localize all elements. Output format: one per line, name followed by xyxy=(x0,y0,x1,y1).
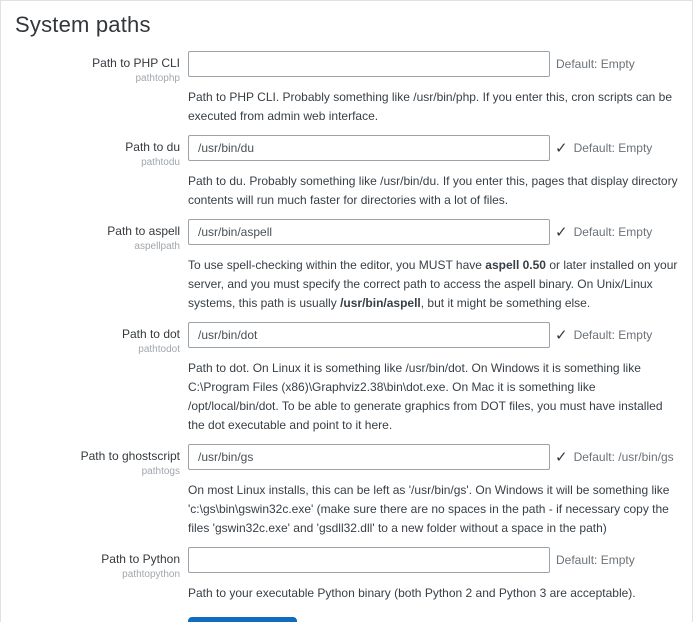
settings-form: Path to PHP CLI pathtophp Default: Empty… xyxy=(15,51,678,622)
default-value: Default: Empty xyxy=(574,141,653,155)
default-value: Default: Empty xyxy=(556,553,635,567)
valid-check-icon: ✓ xyxy=(555,450,568,465)
valid-check-icon: ✓ xyxy=(555,141,568,156)
setting-description: Path to du. Probably something like /usr… xyxy=(188,172,678,210)
valid-check-icon: ✓ xyxy=(555,328,568,343)
aspellpath-input[interactable] xyxy=(188,219,550,245)
setting-row-pathtogs: Path to ghostscript pathtogs ✓ Default: … xyxy=(15,444,678,538)
setting-description: Path to PHP CLI. Probably something like… xyxy=(188,88,678,126)
setting-label: Path to dot xyxy=(15,327,180,342)
setting-description: Path to your executable Python binary (b… xyxy=(188,584,678,603)
setting-label: Path to du xyxy=(15,140,180,155)
pathtodot-input[interactable] xyxy=(188,322,550,348)
valid-check-icon: ✓ xyxy=(555,225,568,240)
setting-code: pathtodot xyxy=(15,344,180,355)
setting-code: pathtogs xyxy=(15,466,180,477)
setting-code: pathtopython xyxy=(15,569,180,580)
setting-code: aspellpath xyxy=(15,241,180,252)
system-paths-settings-page: System paths Path to PHP CLI pathtophp D… xyxy=(0,0,693,622)
setting-label: Path to ghostscript xyxy=(15,449,180,464)
setting-description: To use spell-checking within the editor,… xyxy=(188,256,678,313)
setting-row-pathtophp: Path to PHP CLI pathtophp Default: Empty… xyxy=(15,51,678,126)
setting-code: pathtophp xyxy=(15,73,180,84)
setting-description: On most Linux installs, this can be left… xyxy=(188,481,678,538)
setting-description: Path to dot. On Linux it is something li… xyxy=(188,359,678,435)
pathtophp-input[interactable] xyxy=(188,51,550,77)
page-title: System paths xyxy=(15,12,678,38)
form-actions: Save changes xyxy=(188,617,678,622)
default-value: Default: Empty xyxy=(556,57,635,71)
pathtodu-input[interactable] xyxy=(188,135,550,161)
default-value: Default: /usr/bin/gs xyxy=(574,450,674,464)
default-value: Default: Empty xyxy=(574,225,653,239)
setting-label: Path to PHP CLI xyxy=(15,56,180,71)
setting-row-pathtodot: Path to dot pathtodot ✓ Default: Empty P… xyxy=(15,322,678,435)
pathtopython-input[interactable] xyxy=(188,547,550,573)
setting-row-aspellpath: Path to aspell aspellpath ✓ Default: Emp… xyxy=(15,219,678,313)
default-value: Default: Empty xyxy=(574,328,653,342)
setting-row-pathtodu: Path to du pathtodu ✓ Default: Empty Pat… xyxy=(15,135,678,210)
setting-label: Path to Python xyxy=(15,552,180,567)
setting-row-pathtopython: Path to Python pathtopython Default: Emp… xyxy=(15,547,678,603)
setting-label: Path to aspell xyxy=(15,224,180,239)
pathtogs-input[interactable] xyxy=(188,444,550,470)
setting-code: pathtodu xyxy=(15,157,180,168)
save-changes-button[interactable]: Save changes xyxy=(188,617,297,622)
